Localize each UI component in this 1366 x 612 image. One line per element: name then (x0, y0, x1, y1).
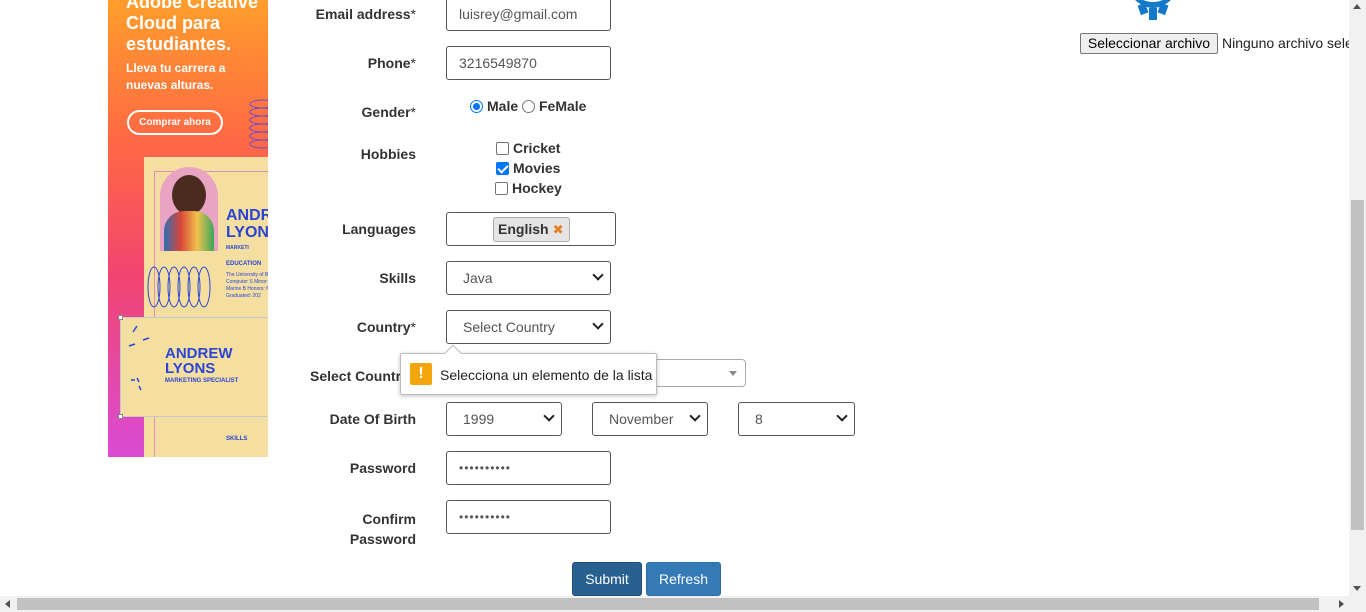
country-label: Country* (356, 319, 416, 335)
country-select[interactable]: Select Country (446, 310, 611, 344)
tooltip-message: Selecciona un elemento de la lista (440, 367, 653, 383)
vertical-scroll-thumb[interactable] (1351, 200, 1364, 530)
dob-day-select[interactable]: 8 (738, 402, 855, 436)
female-radio[interactable] (522, 99, 535, 113)
warning-icon: ! (410, 363, 432, 385)
gear-icon (1135, 0, 1171, 20)
horizontal-scrollbar[interactable] (0, 596, 1366, 612)
chevron-down-icon (836, 410, 848, 422)
phone-field[interactable]: 3216549870 (446, 46, 611, 80)
scroll-right-icon[interactable] (1339, 600, 1344, 608)
ad-headline: Adobe Creative Cloud para estudiantes. (126, 0, 259, 54)
gender-male-option[interactable]: Male (470, 98, 518, 114)
chevron-down-icon (689, 410, 701, 422)
email-label: Email address* (315, 6, 416, 22)
portrait-image (160, 167, 218, 251)
sparkle-decoration-icon (128, 325, 150, 391)
movies-checkbox[interactable] (496, 161, 509, 175)
chevron-down-icon (592, 269, 604, 281)
selected-role: MARKETING SPECIALIST (165, 378, 239, 384)
scroll-down-icon[interactable] (1353, 586, 1361, 591)
refresh-button[interactable]: Refresh (646, 562, 721, 596)
horizontal-scroll-thumb[interactable] (17, 598, 1319, 610)
card-skills-heading: SKILLS (226, 436, 248, 442)
confirm-password-field[interactable]: •••••••••• (446, 500, 611, 534)
confirm-password-label: Confirm Password (349, 511, 416, 547)
submit-button[interactable]: Submit (572, 562, 642, 596)
select-country-label: Select Country (310, 368, 409, 384)
hobby-cricket[interactable]: Cricket (496, 140, 560, 156)
gender-label: Gender* (361, 104, 416, 120)
scroll-up-icon[interactable] (1353, 4, 1361, 9)
skills-select[interactable]: Java (446, 261, 611, 295)
spiral-decoration-icon (147, 266, 211, 308)
password-field[interactable]: •••••••••• (446, 451, 611, 485)
ad-banner[interactable]: Adobe Creative Cloud para estudiantes. L… (108, 0, 268, 457)
dob-month-select[interactable]: November (592, 402, 708, 436)
file-status-text: Ninguno archivo sele (1222, 35, 1350, 51)
chevron-down-icon (543, 410, 555, 422)
gender-female-option[interactable]: FeMale (522, 98, 586, 114)
email-field[interactable]: luisrey@gmail.com (446, 0, 611, 31)
choose-file-button[interactable]: Seleccionar archivo (1080, 33, 1218, 54)
dob-year-select[interactable]: 1999 (446, 402, 562, 436)
cricket-checkbox[interactable] (496, 141, 509, 155)
ad-cta-button[interactable]: Comprar ahora (127, 110, 223, 135)
phone-label: Phone* (367, 55, 416, 71)
card-role: MARKETI (226, 245, 249, 251)
language-chip[interactable]: English ✖ (493, 217, 571, 242)
languages-label: Languages (342, 221, 416, 237)
male-radio[interactable] (470, 99, 483, 113)
chevron-down-icon (592, 318, 604, 330)
hockey-checkbox[interactable] (495, 181, 508, 195)
card-education-heading: EDUCATION (226, 261, 262, 267)
caret-down-icon (729, 371, 737, 376)
hobby-movies[interactable]: Movies (496, 160, 560, 176)
remove-chip-icon[interactable]: ✖ (553, 222, 564, 237)
password-label: Password (349, 460, 416, 476)
validation-tooltip: ! Selecciona un elemento de la lista (400, 344, 657, 395)
scroll-left-icon[interactable] (5, 600, 10, 608)
hobby-hockey[interactable]: Hockey (495, 180, 562, 196)
dob-label: Date Of Birth (329, 411, 416, 427)
skills-label: Skills (379, 270, 416, 286)
hobbies-label: Hobbies (360, 146, 416, 162)
ad-subline: Lleva tu carrera a nuevas alturas. (126, 61, 226, 92)
vertical-scrollbar[interactable] (1349, 0, 1366, 596)
